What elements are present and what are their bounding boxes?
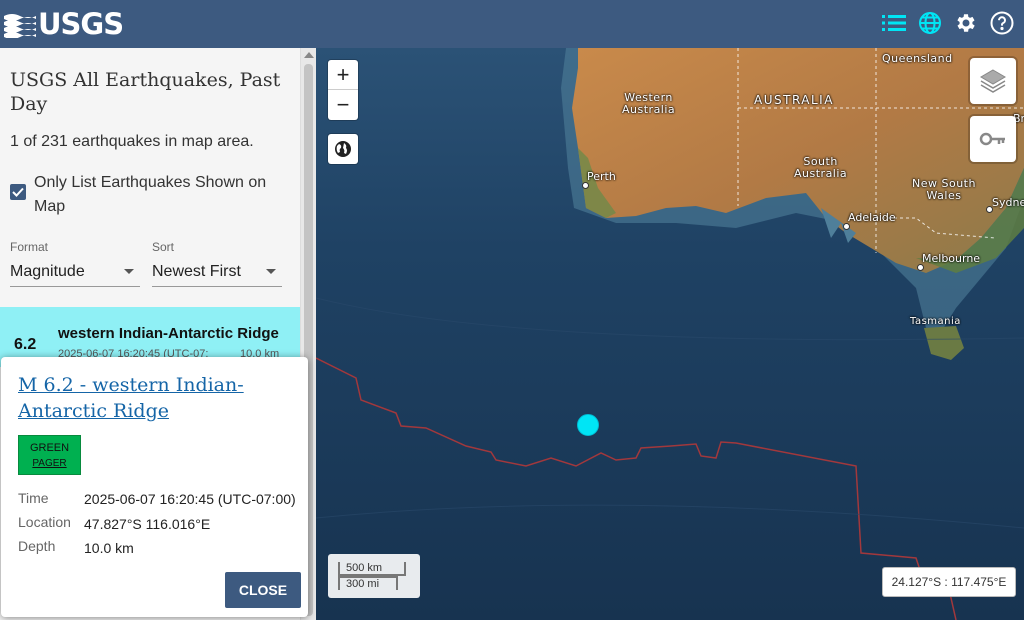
magnitude: 6.2: [14, 336, 37, 353]
earthquake-title-link[interactable]: M 6.2 - western Indian-Antarctic Ridge: [18, 372, 298, 424]
city-label-adelaide: Adelaide: [848, 211, 896, 224]
city-dot-adelaide: [843, 223, 850, 230]
sort-value: Newest First: [152, 262, 241, 280]
location-value: 47.827°S 116.016°E: [84, 516, 211, 532]
time-label: Time: [18, 490, 49, 506]
panel-title: USGS All Earthquakes, Past Day: [10, 69, 281, 115]
layers-icon: [980, 69, 1006, 93]
location-label: Location: [18, 514, 71, 530]
key-icon: [979, 132, 1005, 146]
map-scale: 500 km 300 mi: [328, 554, 420, 598]
sort-label: Sort: [152, 240, 175, 254]
city-label-melbourne: Melbourne: [922, 252, 981, 265]
map-label-new-south-wales: New South Wales: [912, 177, 976, 202]
city-dot-perth: [582, 182, 589, 189]
city-label-sydney: Sydne: [992, 196, 1024, 209]
format-select[interactable]: Magnitude: [10, 257, 140, 287]
earthquake-count: 1 of 231 earthquakes in map area.: [10, 133, 254, 150]
sort-select[interactable]: Newest First: [152, 257, 282, 287]
app-header: USGS: [0, 0, 1024, 48]
layers-button[interactable]: [970, 58, 1016, 104]
chevron-down-icon: [124, 269, 134, 274]
usgs-logo[interactable]: USGS: [4, 7, 124, 41]
earthquake-marker[interactable]: [577, 414, 599, 436]
scale-km: 500 km: [338, 562, 406, 576]
map-label-south-australia: South Australia: [794, 155, 848, 180]
map-label-australia: AUSTRALIA: [754, 93, 834, 107]
pager-level: GREEN: [29, 442, 70, 454]
zoom-control: + −: [328, 60, 358, 120]
only-list-label[interactable]: Only List Earthquakes Shown on Map: [34, 171, 284, 219]
map-label-tasmania: Tasmania: [910, 316, 961, 327]
only-list-checkbox[interactable]: [10, 184, 26, 200]
city-dot-melbourne: [917, 264, 924, 271]
globe-icon: [335, 141, 351, 157]
map-label-queensland: Queensland: [882, 52, 953, 65]
world-view-button[interactable]: [328, 134, 358, 164]
scroll-up-arrow[interactable]: [304, 52, 314, 58]
format-value: Magnitude: [10, 262, 85, 280]
close-button[interactable]: CLOSE: [225, 572, 301, 608]
place: western Indian-Antarctic Ridge: [58, 325, 279, 342]
city-label-perth: Perth: [587, 170, 616, 183]
time-value: 2025-06-07 16:20:45 (UTC-07:00): [84, 491, 296, 507]
map-view[interactable]: Western Australia AUSTRALIA Queensland S…: [316, 48, 1024, 620]
zoom-out-button[interactable]: −: [328, 90, 358, 120]
format-label: Format: [10, 240, 49, 254]
cursor-coordinates: 24.127°S : 117.475°E: [882, 567, 1016, 597]
checkmark-icon: [12, 187, 24, 197]
usgs-wave-icon: [4, 14, 36, 38]
globe-icon[interactable]: [918, 9, 942, 37]
chevron-down-icon: [266, 269, 276, 274]
gear-icon[interactable]: [954, 9, 978, 37]
map-label-western-australia: Western Australia: [622, 91, 676, 116]
pager-label: PAGER: [32, 458, 67, 469]
scale-mi: 300 mi: [338, 576, 398, 590]
depth-label: Depth: [18, 538, 56, 554]
earthquake-popup: M 6.2 - western Indian-Antarctic Ridge G…: [1, 357, 308, 617]
pager-badge[interactable]: GREEN PAGER: [18, 435, 81, 475]
depth-value: 10.0 km: [84, 540, 134, 556]
help-icon[interactable]: [990, 9, 1014, 37]
list-icon[interactable]: [882, 9, 906, 37]
logo-text: USGS: [38, 7, 124, 41]
zoom-in-button[interactable]: +: [328, 60, 358, 90]
legend-button[interactable]: [970, 116, 1016, 162]
map-background: [316, 48, 1024, 620]
